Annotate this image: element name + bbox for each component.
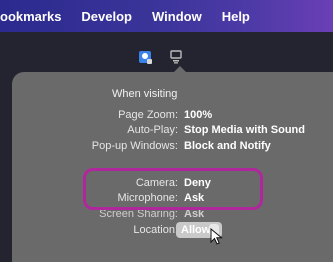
setting-value[interactable]: Block and Notify: [184, 140, 271, 152]
mouse-pointer-icon: [210, 227, 224, 246]
website-settings-icon[interactable]: [138, 50, 152, 64]
menu-bookmarks[interactable]: ookmarks: [0, 9, 61, 24]
setting-row-popup-windows: Pop-up Windows: Block and Notify: [0, 140, 333, 154]
location-select-value: Allow: [181, 224, 211, 236]
preferences-icon[interactable]: [170, 50, 182, 64]
setting-row-screen-sharing: Screen Sharing: Ask: [0, 208, 333, 222]
setting-label: Pop-up Windows:: [91, 140, 178, 152]
menu-develop[interactable]: Develop: [81, 9, 132, 24]
setting-row-auto-play: Auto-Play: Stop Media with Sound: [0, 124, 333, 138]
setting-label: Page Zoom:: [118, 109, 178, 121]
setting-value[interactable]: Stop Media with Sound: [184, 124, 305, 136]
panel-heading: When visiting: [112, 88, 178, 100]
menu-bar: ookmarks Develop Window Help: [0, 0, 333, 32]
setting-label: Auto-Play:: [127, 124, 178, 136]
toolbar-icons: [0, 32, 333, 72]
setting-label: Location:: [133, 224, 178, 236]
menu-help[interactable]: Help: [222, 9, 250, 24]
menu-window[interactable]: Window: [152, 9, 202, 24]
setting-row-location: Location:: [0, 224, 333, 238]
highlight-box: [83, 168, 263, 210]
setting-row-page-zoom: Page Zoom: 100%: [0, 109, 333, 123]
setting-value[interactable]: 100%: [184, 109, 212, 121]
